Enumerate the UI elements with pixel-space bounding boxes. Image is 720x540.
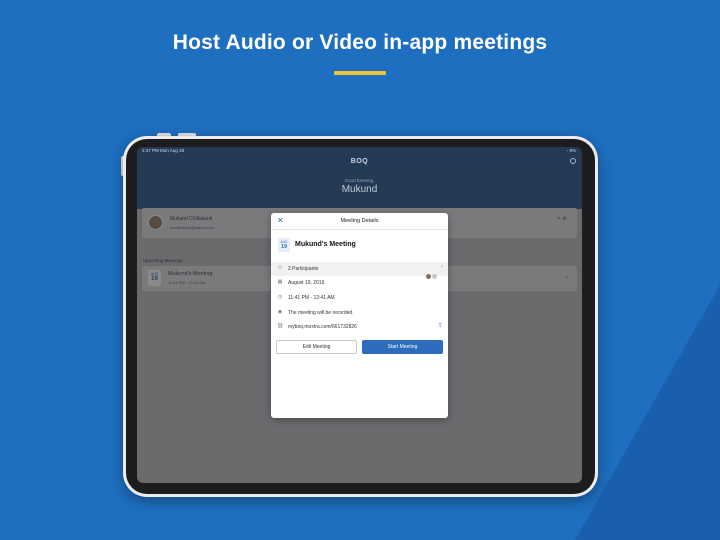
meeting-date-badge: AUG 19	[278, 238, 290, 252]
people-icon: ⚇	[277, 265, 283, 271]
meeting-date-badge: AUG 19	[148, 270, 161, 286]
meeting-date: August 19, 2019	[288, 280, 325, 286]
share-icon[interactable]: ⇪	[438, 322, 443, 329]
user-circle-icon[interactable]	[570, 158, 576, 164]
recording-notice: The meeting will be recorded.	[288, 310, 354, 316]
record-icon: ◉	[277, 309, 283, 315]
chevron-right-icon: ›	[441, 264, 443, 270]
user-name: Mukund	[341, 184, 378, 195]
meeting-link[interactable]: myboq.moxtra.com/661732826	[288, 324, 357, 330]
edit-meeting-button[interactable]: Edit Meeting	[276, 340, 357, 354]
calendar-icon: ▦	[277, 279, 283, 285]
meeting-time: 11:41 PM - 12:41 AM	[168, 280, 206, 285]
chevron-down-icon[interactable]: ⌄	[564, 273, 569, 280]
meeting-title: Mukund's Meeting	[168, 271, 213, 277]
profile-name: Mukund Chillakanti	[170, 216, 213, 222]
status-bar: 2:37 PM Mon Aug 19 ◦ 8%	[137, 147, 582, 155]
battery-status: ◦ 8%	[567, 148, 576, 153]
link-icon: ⛓	[276, 323, 284, 329]
start-meeting-button[interactable]: Start Meeting	[362, 340, 443, 354]
app-logo: BOQ	[350, 158, 369, 165]
greeting-text: Good Evening,	[344, 178, 375, 183]
modal-header: ✕ Meeting Details	[271, 213, 448, 230]
meeting-title: Mukund's Meeting	[295, 241, 356, 248]
meeting-time: 11:41 PM - 12:41 AM	[288, 295, 335, 301]
battery-level: 8%	[569, 148, 576, 153]
participants-count: 2 Participants	[288, 266, 319, 272]
profile-email: mchillakanti@yahoo.com	[170, 225, 215, 230]
wifi-icon: ◦	[566, 148, 569, 153]
time-row: ◷ 11:41 PM - 12:41 AM	[271, 291, 448, 305]
meeting-details-modal: ✕ Meeting Details AUG 19 Mukund's Meetin…	[271, 213, 448, 418]
status-time: 2:37 PM	[142, 148, 159, 153]
link-row[interactable]: ⛓ myboq.moxtra.com/661732826 ⇪	[271, 320, 448, 334]
edit-icon[interactable]: ✎	[557, 216, 561, 222]
headline-underline	[334, 71, 386, 75]
modal-title: Meeting Details	[340, 218, 379, 224]
participants-row[interactable]: ⚇ 2 Participants ›	[271, 262, 448, 279]
recording-row: ◉ The meeting will be recorded.	[271, 306, 448, 320]
status-date: Mon Aug 19	[160, 148, 185, 153]
profile-actions: ✎ ⚙	[557, 216, 567, 222]
section-title-upcoming: Upcoming Meetings	[143, 258, 183, 263]
clock-icon: ◷	[277, 294, 283, 300]
page-headline: Host Audio or Video in-app meetings	[172, 31, 548, 54]
date-row: ▦ August 19, 2019	[271, 276, 448, 290]
avatar	[148, 215, 163, 230]
gear-icon[interactable]: ⚙	[563, 216, 567, 222]
